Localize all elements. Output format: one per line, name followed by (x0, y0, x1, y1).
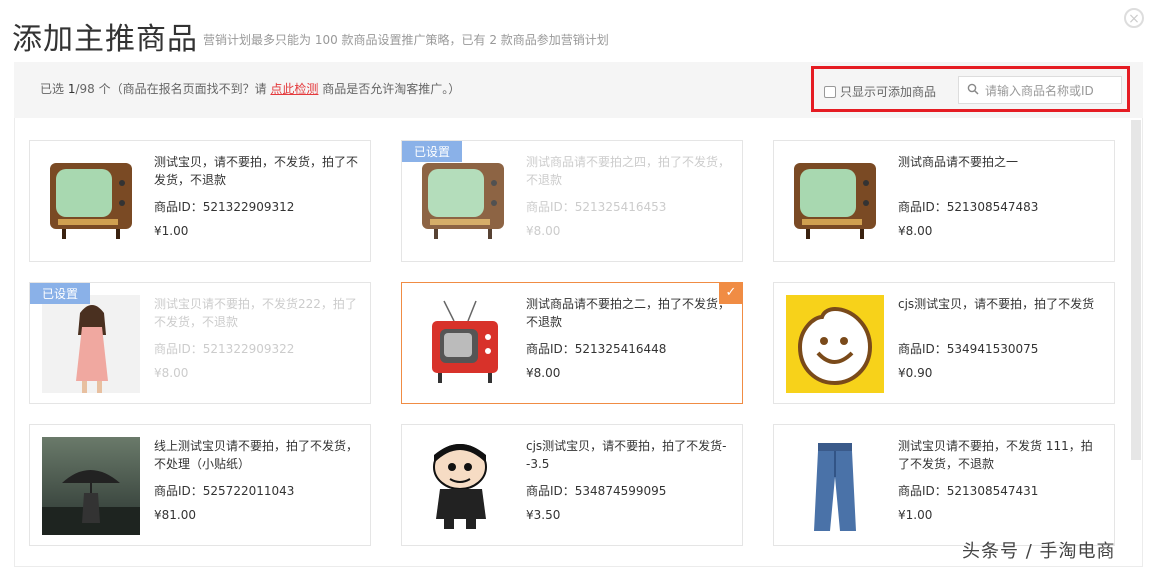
product-price: ¥8.00 (898, 224, 933, 238)
product-card[interactable]: cjs测试宝贝，请不要拍，拍了不发货 商品ID：534941530075 ¥0.… (773, 282, 1115, 404)
product-price: ¥3.50 (526, 508, 561, 522)
product-id: 商品ID：521308547431 (898, 484, 1039, 498)
search-placeholder: 请输入商品名称或ID (985, 83, 1094, 98)
product-card-selected[interactable]: ✓ 测试商品请不要拍之二，拍了不发货，不退款 商品ID：521325416448… (401, 282, 743, 404)
product-name: cjs测试宝贝，请不要拍，拍了不发货--3.5 (526, 439, 727, 471)
configured-badge: 已设置 (30, 283, 91, 304)
scrollbar[interactable] (1131, 120, 1141, 460)
product-id: 商品ID：521322909322 (154, 342, 295, 356)
product-name: 测试宝贝请不要拍，不发货222，拍了不发货，不退款 (154, 297, 357, 329)
product-card[interactable]: 测试商品请不要拍之一 商品ID：521308547483 ¥8.00 (773, 140, 1115, 262)
only-addable-checkbox[interactable] (824, 85, 836, 98)
product-id: 商品ID：525722011043 (154, 484, 295, 498)
highlight-box: 只显示可添加商品 请输入商品名称或ID (811, 66, 1130, 112)
product-card[interactable]: 测试宝贝，请不要拍，不发货，拍了不发货，不退款 商品ID：52132290931… (29, 140, 371, 262)
only-addable-label: 只显示可添加商品 (840, 85, 937, 99)
only-addable-toggle[interactable]: 只显示可添加商品 (824, 83, 936, 100)
tv-brown-image (786, 153, 884, 251)
close-icon: × (1128, 11, 1140, 27)
product-card[interactable]: 线上测试宝贝请不要拍，拍了不发货，不处理（小贴纸） 商品ID：525722011… (29, 424, 371, 546)
product-price: ¥1.00 (898, 508, 933, 522)
product-id: 商品ID：521308547483 (898, 200, 1039, 214)
umbrella-photo-image (42, 437, 140, 535)
modal-subtitle: 营销计划最多只能为 100 款商品设置推广策略，已有 2 款商品参加营销计划 (203, 33, 609, 47)
product-name: 测试宝贝请不要拍，不发货 111，拍了不发货，不退款 (898, 439, 1093, 471)
selected-prefix: 已选 (40, 82, 68, 96)
close-button[interactable]: × (1124, 8, 1144, 28)
product-id: 商品ID：521325416453 (526, 200, 667, 214)
product-id: 商品ID：521325416448 (526, 342, 667, 356)
product-price: ¥0.90 (898, 366, 933, 380)
selection-info: 已选 1/98 个（商品在报名页面找不到？请 点此检测 商品是否允许淘客推广。） (40, 80, 460, 97)
configured-badge: 已设置 (402, 141, 463, 162)
product-name: 测试商品请不要拍之二，拍了不发货，不退款 (526, 297, 731, 329)
product-name: 测试宝贝，请不要拍，不发货，拍了不发货，不退款 (154, 155, 359, 187)
selected-tail: 商品是否允许淘客推广。） (318, 82, 461, 96)
product-price: ¥1.00 (154, 224, 189, 238)
product-name: 测试商品请不要拍之一 (898, 155, 1019, 169)
filter-bar: 已选 1/98 个（商品在报名页面找不到？请 点此检测 商品是否允许淘客推广。）… (14, 62, 1143, 118)
product-name: 线上测试宝贝请不要拍，拍了不发货，不处理（小贴纸） (154, 439, 359, 471)
product-card[interactable]: 已设置 测试宝贝请不要拍，不发货222，拍了不发货，不退款 商品ID：52132… (29, 282, 371, 404)
search-icon (967, 83, 979, 98)
product-price: ¥81.00 (154, 508, 196, 522)
product-price: ¥8.00 (526, 366, 561, 380)
selected-suffix: /98 个（商品在报名页面找不到？请 (75, 82, 271, 96)
tv-brown-image (42, 153, 140, 251)
product-name: cjs测试宝贝，请不要拍，拍了不发货 (898, 297, 1095, 311)
product-id: 商品ID：521322909312 (154, 200, 295, 214)
product-id: 商品ID：534874599095 (526, 484, 667, 498)
product-card[interactable]: cjs测试宝贝，请不要拍，拍了不发货--3.5 商品ID：53487459909… (401, 424, 743, 546)
check-link[interactable]: 点此检测 (270, 82, 318, 96)
watermark: 头条号 / 手淘电商 (962, 541, 1116, 562)
product-card[interactable]: 测试宝贝请不要拍，不发货 111，拍了不发货，不退款 商品ID：52130854… (773, 424, 1115, 546)
search-input[interactable]: 请输入商品名称或ID (958, 76, 1122, 104)
tv-red-image (414, 295, 512, 393)
modal-title: 添加主推商品 (12, 22, 198, 57)
product-name: 测试商品请不要拍之四，拍了不发货，不退款 (526, 155, 731, 187)
tv-brown-image (414, 153, 512, 251)
product-id: 商品ID：534941530075 (898, 342, 1039, 356)
dress-woman-image (42, 295, 140, 393)
product-price: ¥8.00 (526, 224, 561, 238)
product-card[interactable]: 已设置 测试商品请不要拍之四，拍了不发货，不退款 商品ID：5213254164… (401, 140, 743, 262)
cartoon-boy-image (414, 437, 512, 535)
smiley-sticker-image (786, 295, 884, 393)
product-price: ¥8.00 (154, 366, 189, 380)
jeans-image (786, 437, 884, 535)
